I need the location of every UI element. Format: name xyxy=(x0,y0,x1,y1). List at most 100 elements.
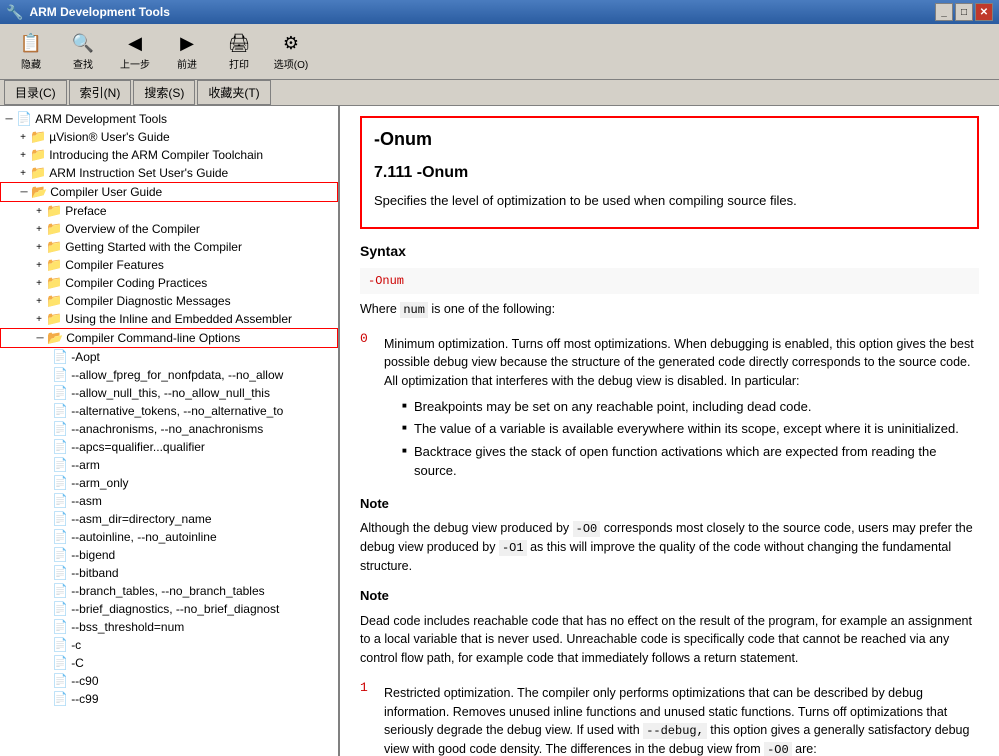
tab-bar: 目录(C) 索引(N) 搜索(S) 收藏夹(T) xyxy=(0,80,999,106)
tree-item-arm[interactable]: 📄 --arm xyxy=(0,456,338,474)
toggle-icon: + xyxy=(32,242,46,253)
folder-icon: 📁 xyxy=(46,203,62,219)
tree-item-asm[interactable]: 📄 --asm xyxy=(0,492,338,510)
doc-icon: 📄 xyxy=(52,565,68,581)
tree-item-allow-fpreg[interactable]: 📄 --allow_fpreg_for_nonfpdata, --no_allo… xyxy=(0,366,338,384)
tab-index[interactable]: 索引(N) xyxy=(69,80,132,105)
find-button[interactable]: 🔍 查找 xyxy=(60,29,106,75)
toggle-icon: ─ xyxy=(2,114,16,125)
tree-item-arm-dev-tools[interactable]: ─ 📄 ARM Development Tools xyxy=(0,110,338,128)
print-label: 打印 xyxy=(229,56,249,71)
note-label-2: Note xyxy=(360,586,979,606)
doc-icon: 📄 xyxy=(52,493,68,509)
tree-item-brief-diag[interactable]: 📄 --brief_diagnostics, --no_brief_diagno… xyxy=(0,600,338,618)
tree-label: --autoinline, --no_autoinline xyxy=(71,530,216,544)
folder-open-icon: 📂 xyxy=(31,184,47,200)
note-label-1: Note xyxy=(360,494,979,514)
tree-item-C-upper[interactable]: 📄 -C xyxy=(0,654,338,672)
zero-bullet-2: Backtrace gives the stack of open functi… xyxy=(404,442,979,481)
zero-content: Minimum optimization. Turns off most opt… xyxy=(384,329,979,484)
back-button[interactable]: ◀ 上一步 xyxy=(112,29,158,75)
doc-icon: 📄 xyxy=(52,385,68,401)
maximize-button[interactable]: □ xyxy=(955,3,973,21)
topic-title: -Onum xyxy=(374,126,965,153)
tree-item-using-inline[interactable]: + 📁 Using the Inline and Embedded Assemb… xyxy=(0,310,338,328)
tree-item-compiler-cmdline[interactable]: ─ 📂 Compiler Command-line Options xyxy=(0,328,338,348)
tab-contents[interactable]: 目录(C) xyxy=(4,80,67,105)
section-num: 7.111 xyxy=(374,164,412,181)
options-button[interactable]: ⚙ 选项(O) xyxy=(268,29,314,75)
tree-item-allow-null[interactable]: 📄 --allow_null_this, --no_allow_null_thi… xyxy=(0,384,338,402)
doc-icon: 📄 xyxy=(52,475,68,491)
folder-icon: 📁 xyxy=(46,275,62,291)
doc-icon: 📄 xyxy=(52,349,68,365)
tree-item-bigend[interactable]: 📄 --bigend xyxy=(0,546,338,564)
tree-item-compiler-features[interactable]: + 📁 Compiler Features xyxy=(0,256,338,274)
tree-item-c99[interactable]: 📄 --c99 xyxy=(0,690,338,708)
one-content: Restricted optimization. The compiler on… xyxy=(384,678,979,756)
forward-label: 前进 xyxy=(177,56,197,71)
description-text: Specifies the level of optimization to b… xyxy=(374,191,965,211)
tree-item-asm-dir[interactable]: 📄 --asm_dir=directory_name xyxy=(0,510,338,528)
tree-item-autoinline[interactable]: 📄 --autoinline, --no_autoinline xyxy=(0,528,338,546)
tree-item-getting-started[interactable]: + 📁 Getting Started with the Compiler xyxy=(0,238,338,256)
tree-label: --arm_only xyxy=(71,476,128,490)
tree-item-alt-tokens[interactable]: 📄 --alternative_tokens, --no_alternative… xyxy=(0,402,338,420)
folder-icon: 📁 xyxy=(46,311,62,327)
note-para-2: Dead code includes reachable code that h… xyxy=(360,612,979,668)
tree-label: --allow_fpreg_for_nonfpdata, --no_allow xyxy=(71,368,283,382)
doc-icon: 📄 xyxy=(52,691,68,707)
tree-label: ARM Development Tools xyxy=(35,112,167,126)
doc-icon: 📄 xyxy=(52,601,68,617)
tree-label: Compiler Diagnostic Messages xyxy=(65,294,230,308)
doc-icon: 📄 xyxy=(52,457,68,473)
find-label: 查找 xyxy=(73,56,93,71)
tree-label: --bss_threshold=num xyxy=(71,620,184,634)
minimize-button[interactable]: _ xyxy=(935,3,953,21)
title-bar: 🔧 ARM Development Tools _ □ ✕ xyxy=(0,0,999,24)
tree-item-compiler-coding[interactable]: + 📁 Compiler Coding Practices xyxy=(0,274,338,292)
tree-item-preface[interactable]: + 📁 Preface xyxy=(0,202,338,220)
close-button[interactable]: ✕ xyxy=(975,3,993,21)
tree-label: -C xyxy=(71,656,84,670)
tree-item-anachronisms[interactable]: 📄 --anachronisms, --no_anachronisms xyxy=(0,420,338,438)
tree-view[interactable]: ─ 📄 ARM Development Tools + 📁 µVision® U… xyxy=(0,106,338,756)
is-one-of-text: is one of the following: xyxy=(431,302,555,316)
tree-item-compiler-diagnostic[interactable]: + 📁 Compiler Diagnostic Messages xyxy=(0,292,338,310)
tree-item-c90[interactable]: 📄 --c90 xyxy=(0,672,338,690)
tree-label: Preface xyxy=(65,204,106,218)
print-button[interactable]: 🖨 打印 xyxy=(216,29,262,75)
tree-item-overview-compiler[interactable]: + 📁 Overview of the Compiler xyxy=(0,220,338,238)
doc-icon: 📄 xyxy=(52,421,68,437)
tree-item-arm-instruction[interactable]: + 📁 ARM Instruction Set User's Guide xyxy=(0,164,338,182)
toolbar: 📋 隐藏 🔍 查找 ◀ 上一步 ▶ 前进 🖨 打印 ⚙ 选项(O) xyxy=(0,24,999,80)
tree-item-introducing-arm[interactable]: + 📁 Introducing the ARM Compiler Toolcha… xyxy=(0,146,338,164)
tree-item-arm-only[interactable]: 📄 --arm_only xyxy=(0,474,338,492)
section-title: 7.111 -Onum xyxy=(374,161,965,185)
numbered-item-0: 0 Minimum optimization. Turns off most o… xyxy=(360,329,979,484)
toggle-icon: ─ xyxy=(33,333,47,344)
back-label: 上一步 xyxy=(120,56,150,71)
toggle-icon: + xyxy=(32,260,46,271)
tree-item-bitband[interactable]: 📄 --bitband xyxy=(0,564,338,582)
hide-button[interactable]: 📋 隐藏 xyxy=(8,29,54,75)
tab-favorites[interactable]: 收藏夹(T) xyxy=(197,80,270,105)
folder-purple-icon: 📁 xyxy=(30,147,46,163)
hide-icon: 📋 xyxy=(20,33,42,54)
tab-search[interactable]: 搜索(S) xyxy=(133,80,195,105)
toggle-icon: + xyxy=(32,206,46,217)
tree-item-compiler-user-guide[interactable]: ─ 📂 Compiler User Guide xyxy=(0,182,338,202)
doc-icon: 📄 xyxy=(52,619,68,635)
right-panel[interactable]: -Onum 7.111 -Onum Specifies the level of… xyxy=(340,106,999,756)
tree-label: --asm_dir=directory_name xyxy=(71,512,211,526)
tree-item-c-lower[interactable]: 📄 -c xyxy=(0,636,338,654)
tree-label: --brief_diagnostics, --no_brief_diagnost xyxy=(71,602,279,616)
forward-button[interactable]: ▶ 前进 xyxy=(164,29,210,75)
tree-item-uvision[interactable]: + 📁 µVision® User's Guide xyxy=(0,128,338,146)
doc-icon: 📄 xyxy=(52,511,68,527)
tree-item-bss-threshold[interactable]: 📄 --bss_threshold=num xyxy=(0,618,338,636)
tree-item-apcs[interactable]: 📄 --apcs=qualifier...qualifier xyxy=(0,438,338,456)
tree-item-aopt[interactable]: 📄 -Aopt xyxy=(0,348,338,366)
tree-item-branch-tables[interactable]: 📄 --branch_tables, --no_branch_tables xyxy=(0,582,338,600)
toggle-icon: + xyxy=(16,150,30,161)
